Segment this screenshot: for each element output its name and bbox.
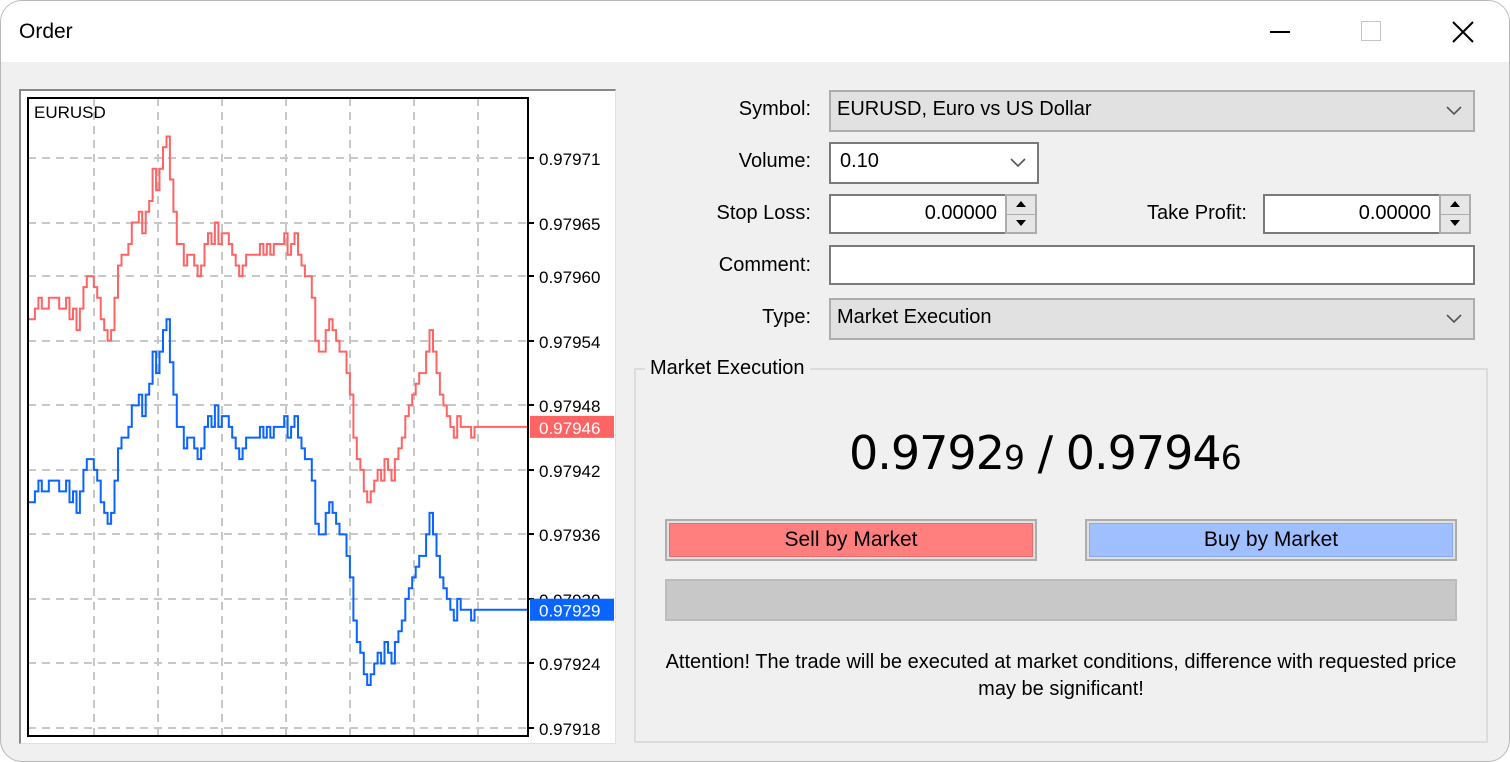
bid-price-pip: 9 xyxy=(1003,438,1025,477)
take-profit-spinner[interactable] xyxy=(1439,194,1471,234)
arrow-up-icon xyxy=(1450,201,1460,207)
chevron-down-icon xyxy=(1446,106,1462,116)
type-value: Market Execution xyxy=(837,306,992,328)
stop-loss-label: Stop Loss: xyxy=(716,202,811,224)
volume-label: Volume: xyxy=(738,150,811,172)
comment-input[interactable] xyxy=(829,245,1475,285)
bid-price-main: 0.9792 xyxy=(849,426,1005,480)
buy-button-label: Buy by Market xyxy=(1089,523,1453,557)
stop-loss-input[interactable]: 0.00000 xyxy=(829,194,1007,234)
arrow-down-icon xyxy=(1016,220,1026,226)
y-axis-tick-label: 0.97948 xyxy=(539,397,600,416)
y-axis-tick-label: 0.97936 xyxy=(539,526,600,545)
market-execution-title: Market Execution xyxy=(645,357,810,380)
y-axis-tick-label: 0.97942 xyxy=(539,462,600,481)
minimize-button[interactable] xyxy=(1258,11,1302,53)
window-title: Order xyxy=(19,20,73,43)
comment-label: Comment: xyxy=(718,254,811,276)
buy-by-market-button[interactable]: Buy by Market xyxy=(1085,519,1457,561)
stop-loss-value: 0.00000 xyxy=(924,202,997,224)
tick-chart-svg: 0.97971 0.97965 0.97960 0.97954 0.97948 0.979… xyxy=(27,97,614,739)
market-execution-notice: Attention! The trade will be executed at… xyxy=(665,651,1457,700)
ask-price-pip: 6 xyxy=(1220,438,1242,477)
sell-by-market-button[interactable]: Sell by Market xyxy=(665,519,1037,561)
sell-button-label: Sell by Market xyxy=(669,523,1033,557)
title-bar: Order xyxy=(1,1,1509,62)
symbol-value: EURUSD, Euro vs US Dollar xyxy=(837,98,1092,120)
arrow-down-icon xyxy=(1450,220,1460,226)
take-profit-decrement[interactable] xyxy=(1441,214,1469,232)
close-button[interactable] xyxy=(1441,11,1485,53)
symbol-select[interactable]: EURUSD, Euro vs US Dollar xyxy=(829,90,1475,132)
take-profit-input[interactable]: 0.00000 xyxy=(1263,194,1441,234)
chart-symbol-title: EURUSD xyxy=(34,103,106,122)
y-axis-tick-label: 0.97965 xyxy=(539,215,600,234)
y-axis-tick-label: 0.97918 xyxy=(539,720,600,739)
quote-separator: / xyxy=(1023,426,1066,480)
take-profit-value: 0.00000 xyxy=(1358,202,1431,224)
tick-chart: 0.97971 0.97965 0.97960 0.97954 0.97948 0.979… xyxy=(19,89,616,744)
y-axis-tick-label: 0.97954 xyxy=(539,333,600,352)
chevron-down-icon xyxy=(1010,158,1026,168)
y-axis-tick-label: 0.97960 xyxy=(539,268,600,287)
plot-frame xyxy=(27,97,529,737)
stop-loss-decrement[interactable] xyxy=(1007,214,1035,232)
current-ask-badge-label: 0.97946 xyxy=(539,419,600,438)
y-axis-tick-label: 0.97924 xyxy=(539,655,600,674)
type-label: Type: xyxy=(762,306,811,328)
close-icon xyxy=(1452,21,1474,43)
volume-value: 0.10 xyxy=(840,150,879,172)
current-bid-badge-label: 0.97929 xyxy=(539,602,600,621)
series-line-bid xyxy=(28,318,528,686)
volume-combo[interactable]: 0.10 xyxy=(829,142,1039,184)
series-line-ask xyxy=(28,135,528,504)
ask-price-main: 0.9794 xyxy=(1065,426,1222,480)
y-axis-tick-label: 0.97971 xyxy=(539,150,600,169)
order-window: Order 0.97971 0.97965 0.97960 0.97954 0.9794… xyxy=(0,0,1510,762)
symbol-label: Symbol: xyxy=(738,98,811,120)
take-profit-increment[interactable] xyxy=(1441,196,1469,215)
type-select[interactable]: Market Execution xyxy=(829,298,1475,340)
take-profit-label: Take Profit: xyxy=(1146,202,1247,224)
arrow-up-icon xyxy=(1016,201,1026,207)
chevron-down-icon xyxy=(1446,314,1462,324)
stop-loss-increment[interactable] xyxy=(1007,196,1035,215)
stop-loss-spinner[interactable] xyxy=(1005,194,1037,234)
maximize-button[interactable] xyxy=(1349,11,1393,53)
execution-progress-bar xyxy=(665,579,1457,621)
